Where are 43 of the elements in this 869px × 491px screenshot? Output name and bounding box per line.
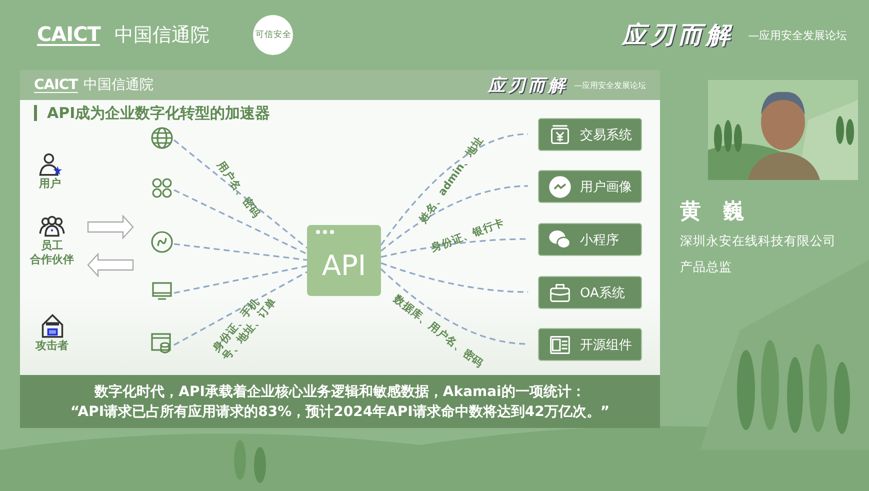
user-icon (37, 151, 63, 177)
right-arrow-icon (87, 214, 134, 240)
system-label: OA系统 (580, 284, 625, 302)
actor-label: 用户 (39, 177, 61, 191)
system-label: 开源组件 (580, 336, 632, 354)
api-block: API (307, 225, 381, 296)
trees-drawing (234, 440, 266, 483)
forum-subtitle: —应用安全发展论坛 (574, 80, 646, 90)
monitor-icon (150, 279, 174, 303)
caption-text: 数字化时代，API承载着企业核心业务逻辑和敏感数据，Akamai的一项统计： (94, 382, 586, 402)
left-arrow-icon (87, 252, 134, 278)
forum-badge: 可信安全 (253, 15, 294, 55)
forum-title: 应刃而解 (488, 74, 568, 96)
speaker-role: 产品总监 (680, 259, 732, 276)
chat-bubbles-icon (549, 228, 571, 250)
org-name: 中国信通院 (84, 76, 154, 94)
briefcase-icon (549, 282, 571, 304)
actor-label: 员工 (41, 239, 63, 253)
slide-heading: API成为企业数字化转型的加速器 (34, 105, 270, 121)
data-label: 数据库、用户名、密码 (390, 293, 486, 371)
actor-label: 攻击者 (36, 339, 68, 353)
circle-curve-icon (150, 230, 174, 254)
org-logo: CAICT (34, 78, 78, 92)
system-label: 小程序 (580, 232, 619, 248)
actor-label: 合作伙伴 (30, 253, 74, 267)
forum-subtitle: —应用安全发展论坛 (748, 28, 847, 42)
system-label: 交易系统 (580, 126, 632, 144)
data-label: 用户名、密码 (214, 159, 262, 221)
people-icon (37, 213, 67, 239)
data-label: 身份证、手机号、地址、订单 (210, 295, 280, 364)
forum-title: 应刃而解 (622, 19, 734, 51)
system-label: 用户画像 (580, 178, 632, 196)
globe-icon (150, 126, 174, 150)
data-label: 身份证、银行卡 (430, 216, 506, 256)
four-circles-icon (150, 176, 174, 200)
caption-text: “API请求已占所有应用请求的83%，预计2024年API请求命中数将达到42万亿次。” (70, 402, 610, 422)
org-name: 中国信通院 (114, 23, 210, 48)
speaker-company: 深圳永安在线科技有限公司 (680, 233, 836, 250)
database-icon (150, 331, 174, 355)
id-card-icon (549, 334, 571, 356)
yen-icon (549, 124, 571, 146)
speaker-name: 黄 巍 (680, 198, 744, 225)
org-logo: CAICT (37, 24, 100, 46)
